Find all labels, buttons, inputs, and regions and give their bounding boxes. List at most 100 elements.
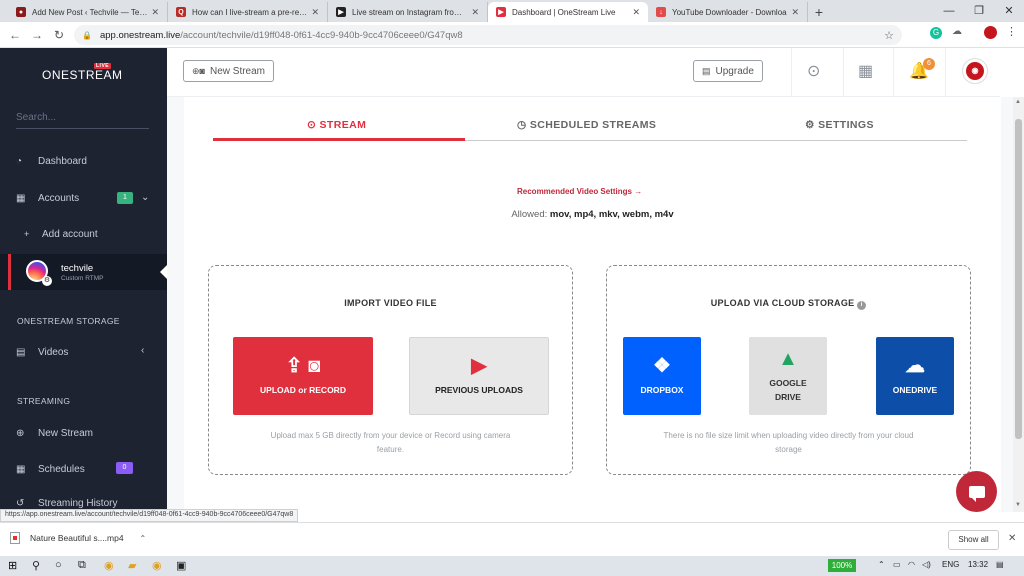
sidebar-search-input[interactable]: Search... — [16, 112, 149, 129]
cortana-icon[interactable]: ○ — [55, 559, 62, 571]
play-circle-icon: ⊙ — [307, 119, 317, 131]
close-tab-icon[interactable]: ✕ — [471, 7, 479, 18]
scroll-down-arrow-icon[interactable]: ▼ — [1015, 502, 1021, 508]
calendar-icon[interactable]: ▦ — [858, 61, 873, 81]
maximize-button[interactable]: ❐ — [964, 0, 994, 22]
close-tab-icon[interactable]: ✕ — [311, 7, 319, 18]
close-tab-icon[interactable]: ✕ — [151, 7, 159, 18]
onedrive-button[interactable]: ☁ ONEDRIVE — [876, 337, 954, 415]
stream-tabs: ⊙ STREAM ◷ SCHEDULED STREAMS ⚙ SETTINGS — [213, 115, 967, 141]
close-downloads-icon[interactable]: ✕ — [1008, 533, 1016, 544]
active-notch — [160, 265, 167, 279]
account-item-techvile[interactable]: ⚙ techvile Custom RTMP — [0, 254, 167, 290]
stream-card: ⊙ STREAM ◷ SCHEDULED STREAMS ⚙ SETTINGS … — [184, 97, 1001, 512]
minimize-button[interactable]: — — [934, 0, 964, 22]
user-avatar[interactable]: ◉ — [962, 58, 988, 84]
onestream-play-icon: ▶ — [471, 355, 487, 377]
panel-note: There is no file size limit when uploadi… — [663, 431, 914, 454]
reload-button[interactable]: ↻ — [48, 28, 70, 42]
tab-title: YouTube Downloader - Downloa — [672, 7, 787, 17]
browser-tab[interactable]: ▶ Live stream on Instagram from yo ✕ — [328, 2, 488, 22]
downloads-bar: Nature Beautiful s....mp4 ⌃ Show all ✕ — [0, 522, 1024, 556]
chat-button[interactable] — [956, 471, 997, 512]
sidebar-item-new-stream[interactable]: ⊕ New Stream — [0, 421, 167, 445]
clock[interactable]: 13:32 — [968, 560, 988, 569]
status-bar-url: https://app.onestream.live/account/techv… — [0, 509, 299, 522]
lock-icon: 🔒 — [82, 30, 92, 40]
url-path: /account/techvile/d19ff048-0f61-4cc9-940… — [180, 29, 463, 41]
wifi-icon[interactable]: ◠ — [908, 560, 915, 569]
grid-icon: ▦ — [16, 192, 26, 204]
panel-title: IMPORT VIDEO FILE — [344, 298, 437, 308]
browser-tab[interactable]: Q How can I live-stream a pre-recor ✕ — [168, 2, 328, 22]
url-field[interactable]: 🔒 app.onestream.live/account/techvile/d1… — [74, 25, 902, 45]
google-drive-icon: ▲ — [778, 348, 798, 370]
recommended-settings-link[interactable]: Recommended Video Settings → — [517, 187, 642, 196]
file-icon — [10, 532, 20, 544]
chevron-left-icon[interactable]: ‹ — [141, 345, 144, 356]
speaker-icon[interactable]: ◁) — [922, 560, 931, 569]
sidebar-item-add-account[interactable]: + Add account — [0, 222, 167, 246]
tab-settings[interactable]: ⚙ SETTINGS — [805, 119, 874, 131]
account-name: techvile — [61, 263, 94, 274]
bookmark-star-icon[interactable]: ☆ — [884, 29, 894, 42]
tab-scheduled-streams[interactable]: ◷ SCHEDULED STREAMS — [517, 119, 656, 131]
upgrade-button[interactable]: ▤ Upgrade — [693, 60, 763, 82]
active-indicator — [8, 254, 11, 290]
sidebar-item-dashboard[interactable]: ◔ Dashboard — [0, 149, 167, 173]
chrome-icon[interactable]: ◉ — [104, 559, 114, 572]
windows-start-icon[interactable]: ⊞ — [8, 559, 17, 572]
upload-or-record-button[interactable]: ⇪ ◙ UPLOAD or RECORD — [233, 337, 373, 415]
chrome-icon-2[interactable]: ◉ — [152, 559, 162, 572]
google-drive-button[interactable]: ▲ GOOGLE DRIVE — [749, 337, 827, 415]
scroll-up-arrow-icon[interactable]: ▲ — [1015, 99, 1021, 105]
film-icon: ▤ — [16, 346, 26, 358]
app-icon[interactable]: ▣ — [176, 559, 186, 572]
active-tab-indicator — [213, 138, 465, 141]
task-view-icon[interactable]: ⧉ — [78, 559, 86, 572]
search-icon[interactable]: ⚲ — [32, 559, 40, 572]
close-tab-icon[interactable]: ✕ — [632, 7, 640, 18]
chevron-up-icon[interactable]: ⌃ — [140, 534, 147, 543]
tile-label: PREVIOUS UPLOADS — [435, 385, 523, 395]
file-explorer-icon[interactable]: ▰ — [128, 559, 136, 572]
profile-avatar[interactable] — [984, 26, 997, 39]
onestream-logo[interactable]: ONESTREAM LIVE — [42, 63, 123, 82]
previous-uploads-button[interactable]: ▶ PREVIOUS UPLOADS — [409, 337, 549, 415]
language-indicator[interactable]: ENG — [942, 560, 959, 569]
browser-tab[interactable]: ↓ YouTube Downloader - Downloa ✕ — [648, 2, 808, 22]
download-item[interactable]: Nature Beautiful s....mp4 ⌃ — [10, 532, 146, 544]
close-window-button[interactable]: ✕ — [994, 0, 1024, 22]
browser-menu-icon[interactable]: ⋮ — [1006, 25, 1017, 38]
tab-stream[interactable]: ⊙ STREAM — [307, 119, 366, 131]
show-all-button[interactable]: Show all — [948, 530, 999, 550]
browser-tab[interactable]: ▶ Dashboard | OneStream Live ✕ — [488, 2, 648, 22]
divider — [893, 48, 894, 97]
scrollbar-thumb[interactable] — [1015, 119, 1022, 439]
top-header: ⊕◙ New Stream ▤ Upgrade ⊙ ▦ 🔔 6 ◉ — [167, 48, 1000, 97]
info-icon[interactable]: i — [857, 301, 867, 310]
notifications-count-badge: 6 — [923, 58, 935, 70]
page-scrollbar[interactable]: ▲ ▼ — [1013, 97, 1024, 512]
close-tab-icon[interactable]: ✕ — [791, 7, 799, 18]
back-button[interactable]: ← — [4, 28, 26, 42]
chevron-down-icon[interactable]: ⌄ — [141, 192, 149, 203]
windows-taskbar: ⊞ ⚲ ○ ⧉ ◉ ▰ ◉ ▣ 100% ⌃ ▭ ◠ ◁) ENG 13:32 … — [0, 556, 1024, 576]
battery-icon[interactable]: ▭ — [893, 560, 901, 569]
forward-button[interactable]: → — [26, 28, 48, 42]
download-file-name: Nature Beautiful s....mp4 — [30, 533, 124, 543]
extension-icon[interactable]: ☁ — [952, 26, 962, 37]
new-tab-button[interactable]: + — [808, 2, 830, 22]
tile-label: UPLOAD or RECORD — [260, 385, 346, 395]
dropbox-icon: ❖ — [653, 355, 671, 377]
grammarly-extension-icon[interactable]: G — [930, 27, 942, 39]
new-stream-button[interactable]: ⊕◙ New Stream — [183, 60, 274, 82]
notifications-icon[interactable]: ▤ — [996, 560, 1004, 569]
dropbox-button[interactable]: ❖ DROPBOX — [623, 337, 701, 415]
sidebar-item-schedules[interactable]: ▦ Schedules — [0, 457, 167, 481]
play-circle-icon[interactable]: ⊙ — [807, 61, 820, 81]
battery-indicator[interactable]: 100% — [828, 559, 856, 572]
tray-arrow-icon[interactable]: ⌃ — [878, 560, 885, 569]
browser-tab[interactable]: ● Add New Post ‹ Techvile — Tech ✕ — [8, 2, 168, 22]
gear-icon: ⚙ — [805, 119, 815, 131]
